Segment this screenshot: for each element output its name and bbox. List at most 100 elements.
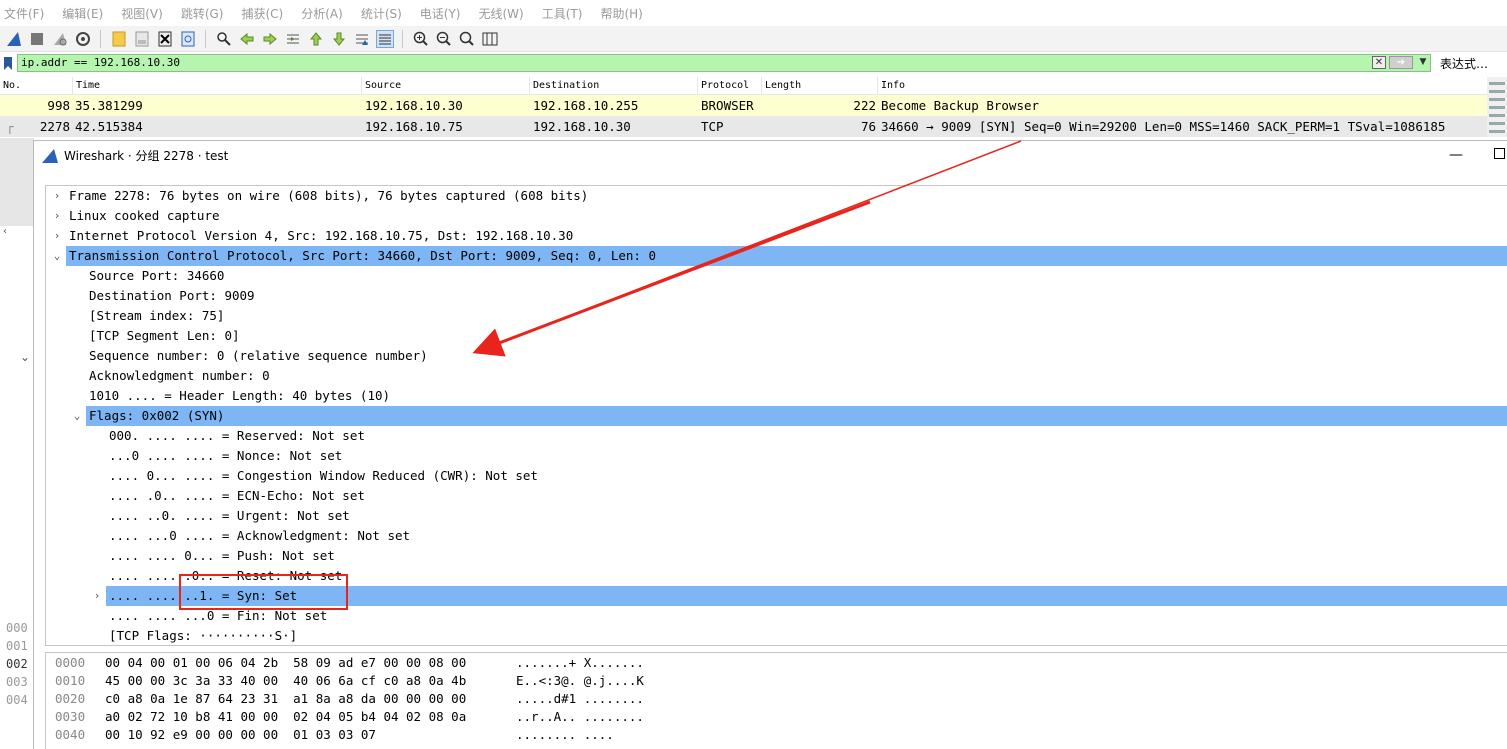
hex-ascii: ..r..A.. ........ (516, 709, 644, 724)
tree-row[interactable]: ⌄ Transmission Control Protocol, Src Port… (54, 246, 1507, 266)
tree-row[interactable]: Acknowledgment number: 0 (46, 366, 1507, 386)
packet-destination: 192.168.10.255 (533, 98, 639, 113)
column-header-length[interactable]: Length (761, 77, 877, 95)
menu-item[interactable]: 跳转(G) (181, 5, 224, 22)
menu-item[interactable]: 帮助(H) (600, 5, 642, 22)
menu-item[interactable]: 捕获(C) (241, 5, 283, 22)
tree-row[interactable]: .... ...0 .... = Acknowledgment: Not set (46, 526, 1507, 546)
save-icon[interactable] (133, 30, 151, 48)
tree-row[interactable]: .... .... 0... = Push: Not set (46, 546, 1507, 566)
bookmark-icon[interactable] (0, 54, 16, 72)
menu-item[interactable]: 无线(W) (479, 5, 524, 22)
packet-row[interactable]: 998 35.381299 192.168.10.30 192.168.10.2… (0, 95, 1487, 116)
tree-row[interactable]: › Internet Protocol Version 4, Src: 192.1… (46, 226, 1507, 246)
hex-bytes: c0 a8 0a 1e 87 64 23 31 a1 8a a8 da 00 0… (105, 691, 467, 706)
display-filter-bar: ip.addr == 192.168.10.30 ✕ ➔ ▼ 表达式… (0, 53, 1507, 73)
tree-row[interactable]: .... .0.. .... = ECN-Echo: Not set (46, 486, 1507, 506)
tree-row[interactable]: 000. .... .... = Reserved: Not set (46, 426, 1507, 446)
stop-icon[interactable] (28, 30, 46, 48)
expanded-arrow-icon[interactable]: ⌄ (51, 246, 63, 266)
packet-details-tree[interactable]: › Frame 2278: 76 bytes on wire (608 bits)… (45, 185, 1507, 646)
packet-info: 34660 → 9009 [SYN] Seq=0 Win=29200 Len=0… (881, 119, 1446, 134)
close-file-icon[interactable] (156, 30, 174, 48)
options-icon[interactable] (74, 30, 92, 48)
column-header-no[interactable]: No. (0, 77, 72, 95)
packet-length: 222 (853, 98, 876, 113)
tree-row[interactable]: .... ..0. .... = Urgent: Not set (46, 506, 1507, 526)
column-header-time[interactable]: Time (72, 77, 361, 95)
display-filter-input[interactable]: ip.addr == 192.168.10.30 (17, 54, 1431, 72)
minimap-mark (1489, 130, 1505, 133)
tree-row[interactable]: ⌄ Flags: 0x002 (SYN) (74, 406, 1507, 426)
zoom-normal-icon[interactable] (458, 30, 476, 48)
menu-item[interactable]: 工具(T) (542, 5, 583, 22)
menu-item[interactable]: 文件(F) (4, 5, 44, 22)
reload-icon[interactable] (179, 30, 197, 48)
column-header-source[interactable]: Source (361, 77, 529, 95)
collapsed-arrow-icon[interactable]: › (51, 186, 63, 206)
column-header-protocol[interactable]: Protocol (697, 77, 761, 95)
dialog-titlebar[interactable]: Wireshark · 分组 2278 · test — (34, 141, 1507, 170)
forward-icon[interactable] (261, 30, 279, 48)
tree-row[interactable]: Sequence number: 0 (relative sequence nu… (46, 346, 1507, 366)
find-icon[interactable] (215, 30, 233, 48)
collapsed-arrow-icon[interactable]: › (51, 206, 63, 226)
column-header-destination[interactable]: Destination (529, 77, 697, 95)
zoom-in-icon[interactable] (412, 30, 430, 48)
toolbar-separator (205, 29, 206, 48)
apply-filter-icon[interactable]: ➔ (1389, 56, 1413, 69)
tree-row[interactable]: [Stream index: 75] (46, 306, 1507, 326)
tree-row-label: [TCP Flags: ··········S·] (109, 628, 298, 643)
menu-bar: 文件(F) 编辑(E) 视图(V) 跳转(G) 捕获(C) 分析(A) 统计(S) 电话(Y)… (0, 0, 1507, 26)
tree-row[interactable]: ...0 .... .... = Nonce: Not set (46, 446, 1507, 466)
tree-row[interactable]: [TCP Flags: ··········S·] (46, 626, 1507, 645)
main-window-packet-list-edge (0, 138, 34, 226)
back-icon[interactable] (238, 30, 256, 48)
open-file-icon[interactable] (110, 30, 128, 48)
tree-row[interactable]: Destination Port: 9009 (46, 286, 1507, 306)
goto-icon[interactable] (284, 30, 302, 48)
tree-row[interactable]: › .... .... ..1. = Syn: Set (94, 586, 1507, 606)
menu-item[interactable]: 电话(Y) (420, 5, 461, 22)
minimize-button[interactable]: — (1446, 145, 1466, 165)
packet-detail-dialog: Wireshark · 分组 2278 · test — › Frame 2278… (33, 140, 1507, 749)
autoscroll-icon[interactable] (353, 30, 371, 48)
chevron-down-icon[interactable]: ⌄ (20, 350, 30, 364)
tree-row[interactable]: Source Port: 34660 (46, 266, 1507, 286)
chevron-down-icon[interactable]: ▼ (1417, 56, 1429, 69)
tree-row[interactable]: [TCP Segment Len: 0] (46, 326, 1507, 346)
menu-item[interactable]: 编辑(E) (62, 5, 103, 22)
hex-offset: 0040 (55, 727, 86, 742)
tree-row-label: Transmission Control Protocol, Src Port:… (69, 248, 656, 263)
tree-row-label: .... .... ..1. = Syn: Set (109, 588, 298, 603)
tree-row[interactable]: .... 0... .... = Congestion Window Reduc… (46, 466, 1507, 486)
tree-row[interactable]: .... .... .0.. = Reset: Not set (46, 566, 1507, 586)
maximize-button[interactable] (1494, 148, 1505, 159)
restart-icon[interactable] (51, 30, 69, 48)
expression-button[interactable]: 表达式… (1440, 55, 1488, 72)
last-packet-icon[interactable] (330, 30, 348, 48)
clear-filter-icon[interactable]: ✕ (1372, 56, 1386, 69)
menu-item[interactable]: 视图(V) (121, 5, 163, 22)
tree-row[interactable]: 1010 .... = Header Length: 40 bytes (10) (46, 386, 1507, 406)
toolbar-separator (402, 29, 403, 48)
menu-item[interactable]: 分析(A) (301, 5, 343, 22)
colorize-icon[interactable] (375, 29, 394, 48)
menu-item[interactable]: 统计(S) (361, 5, 402, 22)
packet-row[interactable]: ┌ 2278 42.515384 192.168.10.75 192.168.1… (0, 116, 1487, 137)
tree-row[interactable]: › Frame 2278: 76 bytes on wire (608 bits)… (46, 186, 1507, 206)
collapsed-arrow-icon[interactable]: › (51, 226, 63, 246)
resize-columns-icon[interactable] (481, 30, 499, 48)
first-packet-icon[interactable] (307, 30, 325, 48)
tree-row[interactable]: › Linux cooked capture (46, 206, 1507, 226)
scroll-left-icon[interactable]: ‹ (3, 226, 7, 237)
hex-bytes: 45 00 00 3c 3a 33 40 00 40 06 6a cf c0 a… (105, 673, 467, 688)
collapsed-arrow-icon[interactable]: › (91, 586, 103, 606)
zoom-out-icon[interactable] (435, 30, 453, 48)
tree-row[interactable]: .... .... ...0 = Fin: Not set (46, 606, 1507, 626)
minimap-mark (1489, 90, 1505, 93)
shark-fin-icon[interactable] (5, 30, 23, 48)
column-header-info[interactable]: Info (877, 77, 1487, 95)
packet-bytes-pane[interactable]: 0000 00 04 00 01 00 06 04 2b 58 09 ad e7 … (45, 652, 1507, 749)
expanded-arrow-icon[interactable]: ⌄ (71, 406, 83, 426)
